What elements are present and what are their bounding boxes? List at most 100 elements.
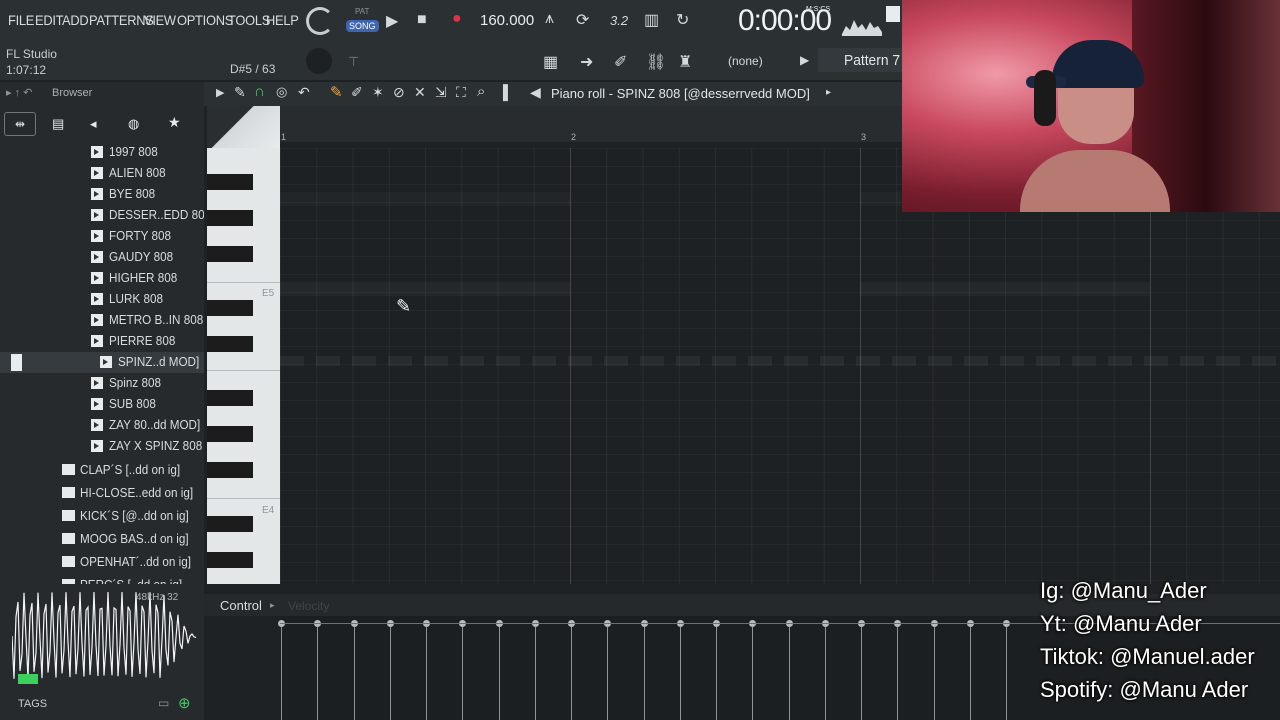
stamp-icon[interactable]: ♜ xyxy=(678,52,692,72)
record-icon[interactable]: ● xyxy=(452,10,462,28)
slip-tool-icon[interactable]: ⇲ xyxy=(435,84,447,101)
velocity-bar[interactable] xyxy=(426,624,427,720)
stop-icon[interactable]: ■ xyxy=(417,11,427,29)
pat-label[interactable]: PAT xyxy=(355,7,369,16)
browser-folder-item[interactable]: PIERRE 808 xyxy=(0,331,204,352)
browser-favorites-icon[interactable]: ★ xyxy=(168,114,181,131)
browser-title[interactable]: Browser xyxy=(52,87,92,99)
black-key[interactable] xyxy=(207,210,253,226)
velocity-bar[interactable] xyxy=(897,624,899,720)
link-icon[interactable]: ⛓ xyxy=(646,52,666,72)
piano-keyboard[interactable]: E5 E4 xyxy=(207,148,280,584)
browser-folder-item[interactable]: METRO B..IN 808 xyxy=(0,310,204,331)
control-label[interactable]: Control xyxy=(220,598,262,613)
black-key[interactable] xyxy=(207,300,253,316)
title-arrow-icon[interactable]: ▸ xyxy=(826,87,831,98)
browser-folder-item[interactable]: FORTY 808 xyxy=(0,226,204,247)
browser-folder-item[interactable]: HIGHER 808 xyxy=(0,268,204,289)
tempo-display[interactable]: 160.000 xyxy=(480,12,534,29)
browser-files-icon[interactable]: ▤ xyxy=(52,116,64,132)
browser-kit-item[interactable]: PERC´S [..dd on ig] xyxy=(0,575,204,584)
black-key[interactable] xyxy=(207,426,253,442)
channel-select[interactable]: (none) xyxy=(728,54,763,68)
browser-folder-item[interactable]: ZAY 80..dd MOD] xyxy=(0,415,204,436)
menu-add[interactable]: ADD xyxy=(62,12,89,28)
menu-view[interactable]: VIEW xyxy=(144,12,176,28)
black-key[interactable] xyxy=(207,246,253,262)
velocity-bar[interactable] xyxy=(679,624,681,720)
typing-keyboard-icon[interactable]: ▥ xyxy=(644,10,659,30)
velocity-bar[interactable] xyxy=(498,624,500,720)
speaker-icon[interactable]: ◀ xyxy=(530,84,541,101)
black-key[interactable] xyxy=(207,516,253,532)
menu-tools[interactable]: TOOLS xyxy=(228,12,270,28)
control-arrow-icon[interactable]: ▸ xyxy=(270,600,275,611)
velocity-bar[interactable] xyxy=(643,624,645,720)
black-key[interactable] xyxy=(207,552,253,568)
browser-folder-item[interactable]: SUB 808 xyxy=(0,394,204,415)
browser-folder-item[interactable]: BYE 808 xyxy=(0,184,204,205)
mute-tool-icon[interactable]: ✕ xyxy=(414,84,426,101)
velocity-bar[interactable] xyxy=(788,624,790,720)
plugin-picker-icon[interactable]: ✐ xyxy=(614,52,627,72)
playback-icon[interactable]: ◎ xyxy=(276,84,287,100)
black-key[interactable] xyxy=(207,174,253,190)
delete-tool-icon[interactable]: ⊘ xyxy=(393,84,405,101)
arrow-right-icon[interactable]: ➜ xyxy=(580,52,593,72)
velocity-bar[interactable] xyxy=(534,624,536,720)
piano-roll-menu-icon[interactable]: ▶ xyxy=(216,86,224,99)
piano-roll-grid[interactable]: ✎ xyxy=(280,148,1280,584)
velocity-bar[interactable] xyxy=(389,624,391,720)
main-pitch-knob[interactable] xyxy=(306,48,332,74)
black-key[interactable] xyxy=(207,390,253,406)
velocity-bar[interactable] xyxy=(607,624,609,720)
select-tool-icon[interactable]: ⛶ xyxy=(456,84,466,101)
play-icon[interactable]: ▶ xyxy=(386,11,398,31)
menu-edit[interactable]: EDIT xyxy=(35,12,64,28)
browser-kit-item[interactable]: MOOG BAS..d on ig] xyxy=(0,529,204,550)
menu-file[interactable]: FILE xyxy=(8,12,34,28)
browser-folder-item[interactable]: ALIEN 808 xyxy=(0,163,204,184)
browser-folder-item[interactable]: DESSER..EDD 808 xyxy=(0,205,204,226)
velocity-bar[interactable] xyxy=(353,624,355,720)
velocity-bar[interactable] xyxy=(571,624,572,720)
menu-help[interactable]: HELP xyxy=(266,12,299,28)
pattern-nav-icon[interactable]: ▶ xyxy=(800,53,809,67)
magnet-icon[interactable]: ∩ xyxy=(254,83,265,100)
velocity-bar[interactable] xyxy=(317,624,319,720)
folder-icon[interactable]: ▭ xyxy=(158,696,169,710)
tools-wrench-icon[interactable]: ✎ xyxy=(234,84,246,101)
velocity-bar[interactable] xyxy=(281,624,282,720)
tags-label[interactable]: TAGS xyxy=(18,698,47,710)
browser-folder-item[interactable]: ZAY X SPINZ 808 xyxy=(0,436,204,457)
velocity-bar[interactable] xyxy=(1006,624,1007,720)
browser-folder-item[interactable]: Spinz 808 xyxy=(0,373,204,394)
song-mode-toggle[interactable]: SONG xyxy=(346,20,379,32)
velocity-bar[interactable] xyxy=(933,624,935,720)
browser-kit-item[interactable]: OPENHAT´..dd on ig] xyxy=(0,552,204,573)
browser-kit-item[interactable]: HI-CLOSE..edd on ig] xyxy=(0,483,204,504)
paint-drums-icon[interactable]: ✶ xyxy=(372,84,384,101)
velocity-bar[interactable] xyxy=(824,624,826,720)
playback-tool-icon[interactable]: ▐ xyxy=(498,84,508,100)
piano-view-icon[interactable]: ▦ xyxy=(543,52,558,72)
browser-plugins-icon[interactable]: ◂ xyxy=(90,116,97,132)
browser-folder-item[interactable]: SPINZ..d MOD] xyxy=(0,352,204,373)
browser-folder-item[interactable]: 1997 808 xyxy=(0,142,204,163)
velocity-bar[interactable] xyxy=(716,624,717,720)
step-counter[interactable]: 3.2 xyxy=(610,13,628,28)
draw-tool-icon[interactable]: ✎ xyxy=(330,83,343,101)
black-key[interactable] xyxy=(207,336,253,352)
snap-icon[interactable]: ⊤ xyxy=(348,54,359,70)
browser-kit-item[interactable]: KICK´S [@..dd on ig] xyxy=(0,506,204,527)
velocity-bar[interactable] xyxy=(462,624,464,720)
loop-record-icon[interactable]: ↻ xyxy=(676,10,689,30)
browser-all-tab[interactable]: ⇹ xyxy=(4,112,36,136)
pattern-selector[interactable]: Pattern 7 xyxy=(818,48,902,72)
velocity-bar[interactable] xyxy=(861,624,862,720)
velocity-bar[interactable] xyxy=(752,624,754,720)
search-icon[interactable]: ⊕ xyxy=(178,694,191,712)
browser-online-icon[interactable]: ◍ xyxy=(128,116,139,132)
menu-options[interactable]: OPTIONS xyxy=(177,12,233,28)
metronome-icon[interactable]: ⩚ xyxy=(545,10,554,28)
